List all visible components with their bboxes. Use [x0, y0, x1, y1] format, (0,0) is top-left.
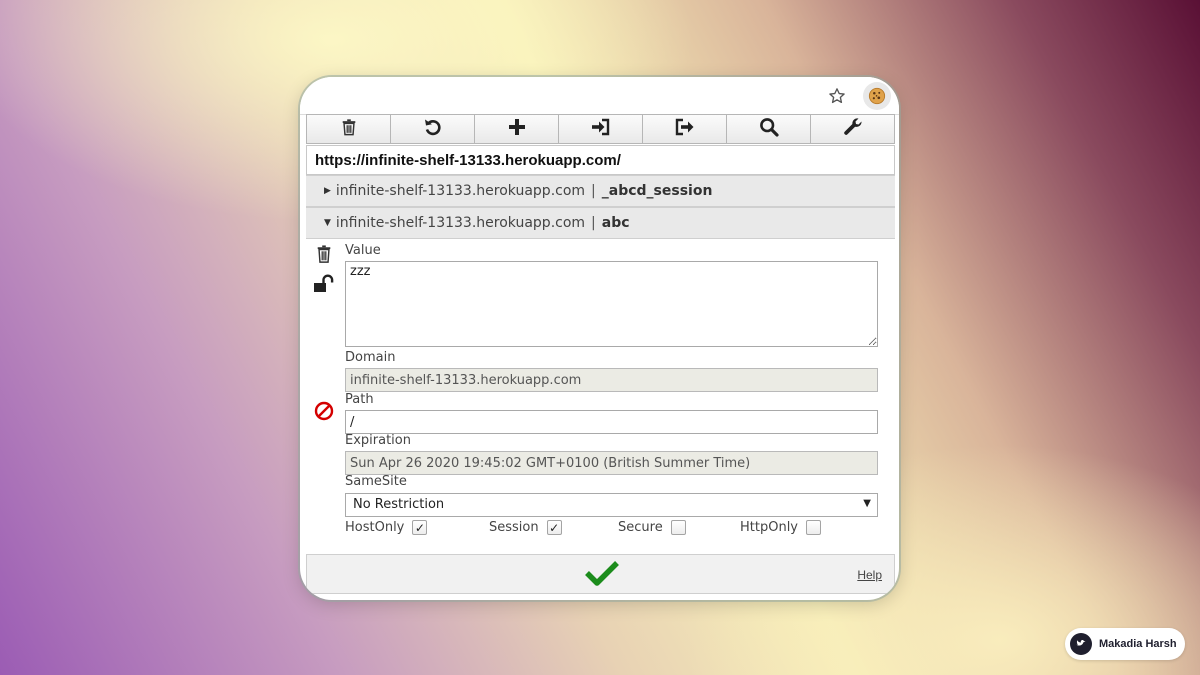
cookie-row-collapsed[interactable]: ▶ infinite-shelf-13133.herokuapp.com | _… — [306, 175, 895, 207]
help-link[interactable]: Help — [857, 568, 882, 582]
path-label: Path — [345, 392, 374, 407]
cookie-row-expanded[interactable]: ▼ infinite-shelf-13133.herokuapp.com | a… — [306, 207, 895, 239]
secure-label: Secure — [618, 520, 663, 535]
bird-icon — [1070, 633, 1092, 655]
author-badge[interactable]: Makadia Harsh — [1065, 628, 1185, 660]
checkmark-icon: ✓ — [414, 520, 425, 535]
cookie-name: _abcd_session — [601, 183, 713, 199]
wrench-icon — [843, 117, 863, 141]
domain-label: Domain — [345, 350, 396, 365]
delete-all-button[interactable] — [307, 115, 391, 143]
samesite-select[interactable]: No Restriction ▼ — [345, 493, 878, 517]
current-url: https://infinite-shelf-13133.herokuapp.c… — [306, 145, 895, 175]
export-icon — [675, 118, 695, 140]
extension-popup-window: https://infinite-shelf-13133.herokuapp.c… — [300, 77, 899, 600]
value-label: Value — [345, 243, 381, 258]
cookie-toolbar — [306, 114, 895, 144]
path-field[interactable] — [345, 410, 878, 434]
options-button[interactable] — [811, 115, 894, 143]
secure-checkbox[interactable] — [670, 520, 686, 535]
samesite-label: SameSite — [345, 474, 407, 489]
block-cookie-button[interactable] — [314, 401, 334, 425]
caret-down-icon: ▼ — [324, 218, 331, 228]
delete-cookie-button[interactable] — [314, 245, 334, 267]
hostonly-flag: HostOnly ✓ — [345, 520, 428, 535]
expiration-field[interactable] — [345, 451, 878, 475]
plus-icon — [508, 118, 526, 140]
author-name: Makadia Harsh — [1099, 638, 1177, 650]
browser-toolbar — [300, 77, 899, 115]
secure-flag: Secure — [618, 520, 686, 535]
refresh-button[interactable] — [391, 115, 475, 143]
trash-icon — [340, 118, 358, 140]
value-textarea[interactable]: zzz — [345, 261, 878, 347]
protect-cookie-button[interactable] — [313, 274, 335, 298]
cookie-separator: | — [591, 215, 596, 231]
dropdown-arrow-icon: ▼ — [863, 498, 871, 509]
domain-field[interactable] — [345, 368, 878, 392]
checkmark-icon — [585, 560, 619, 590]
export-button[interactable] — [643, 115, 727, 143]
httponly-label: HttpOnly — [740, 520, 798, 535]
hostonly-label: HostOnly — [345, 520, 405, 535]
undo-icon — [423, 117, 443, 141]
cookie-name: abc — [601, 215, 630, 231]
import-button[interactable] — [559, 115, 643, 143]
import-icon — [591, 118, 611, 140]
search-button[interactable] — [727, 115, 811, 143]
caret-right-icon: ▶ — [324, 186, 331, 196]
checkmark-icon: ✓ — [549, 520, 560, 535]
cookie-extension-icon[interactable] — [863, 82, 891, 110]
session-flag: Session ✓ — [489, 520, 562, 535]
add-cookie-button[interactable] — [475, 115, 559, 143]
bookmark-star-icon[interactable] — [827, 86, 847, 106]
httponly-checkbox[interactable] — [806, 520, 821, 535]
session-checkbox[interactable]: ✓ — [546, 520, 562, 535]
cookie-detail-panel: Value zzz Domain Path Expiration SameSit… — [306, 239, 895, 553]
block-icon — [314, 401, 334, 425]
session-label: Session — [489, 520, 539, 535]
hostonly-checkbox[interactable]: ✓ — [412, 520, 428, 535]
samesite-selected-value: No Restriction — [353, 497, 445, 512]
cookie-separator: | — [591, 183, 596, 199]
unlock-icon — [313, 274, 335, 298]
httponly-flag: HttpOnly — [740, 520, 821, 535]
cookie-domain: infinite-shelf-13133.herokuapp.com — [335, 215, 586, 231]
search-icon — [759, 117, 779, 141]
popup-footer: Help — [306, 554, 895, 594]
expiration-label: Expiration — [345, 433, 411, 448]
trash-icon — [315, 244, 333, 268]
cookie-domain: infinite-shelf-13133.herokuapp.com — [335, 183, 586, 199]
save-button[interactable] — [584, 560, 620, 590]
